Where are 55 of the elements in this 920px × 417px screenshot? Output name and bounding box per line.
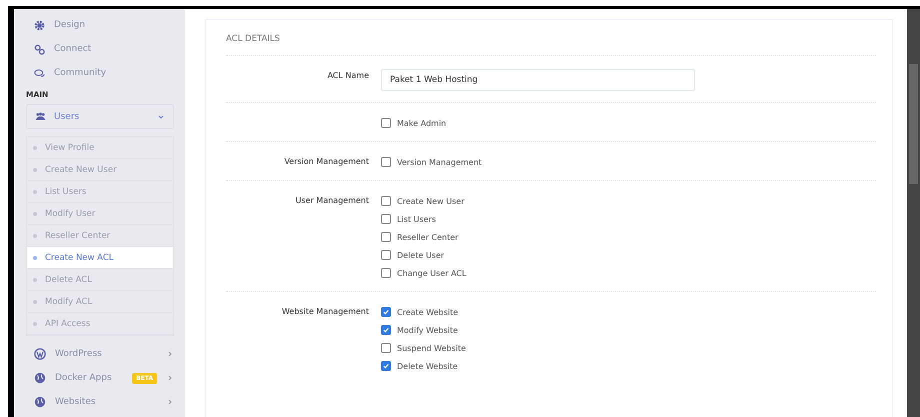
checkbox[interactable] — [381, 196, 391, 206]
checkbox[interactable] — [381, 325, 391, 335]
nav-item[interactable]: Community — [26, 61, 174, 85]
checkbox[interactable] — [381, 214, 391, 224]
field-label: Website Management — [282, 306, 369, 318]
scrollbar[interactable] — [907, 9, 920, 417]
checkbox-label: Modify Website — [397, 326, 458, 334]
chat-icon — [34, 68, 45, 78]
nav-item[interactable]: Websites — [26, 390, 174, 414]
checkbox[interactable] — [381, 232, 391, 242]
checkbox[interactable] — [381, 361, 391, 371]
checkbox-label: Delete Website — [397, 362, 458, 370]
scrollbar-thumb[interactable] — [909, 64, 918, 184]
field-label: User Management — [296, 195, 369, 207]
checkbox[interactable] — [381, 307, 391, 317]
checkbox[interactable] — [381, 250, 391, 260]
checkbox-label: List Users — [397, 214, 436, 224]
checkbox[interactable] — [381, 157, 391, 167]
submenu-item[interactable]: Create New User — [27, 159, 173, 181]
submenu-item[interactable]: API Access — [27, 313, 173, 335]
checkbox-label: Make Admin — [397, 118, 446, 128]
submenu-item[interactable]: Create New ACL — [27, 247, 173, 269]
checkbox-label: Create Website — [397, 308, 458, 316]
checkbox-label: Change User ACL — [397, 268, 466, 278]
submenu-item[interactable]: Modify User — [27, 203, 173, 225]
chevron-right-icon — [166, 350, 174, 358]
circle-logo-icon — [34, 348, 46, 360]
acl-name-field[interactable]: Paket 1 Web Hosting — [381, 69, 695, 91]
submenu-item[interactable]: List Users — [27, 181, 173, 203]
checkbox-label: Suspend Website — [397, 344, 466, 352]
submenu-item[interactable]: Delete ACL — [27, 269, 173, 291]
nav-item[interactable]: WordPress — [26, 342, 174, 366]
checkbox[interactable] — [381, 343, 391, 353]
chevron-down-icon — [157, 112, 165, 120]
users-menu[interactable]: Users — [26, 104, 174, 129]
checkbox-label: Delete User — [397, 250, 444, 260]
checkbox[interactable] — [381, 268, 391, 278]
gear-icon — [34, 20, 45, 30]
link-icon — [34, 44, 45, 54]
checkbox[interactable] — [381, 118, 391, 128]
field-label: ACL Name — [327, 70, 369, 82]
chevron-right-icon — [166, 398, 174, 406]
nav-item[interactable]: Connect — [26, 37, 174, 61]
chevron-right-icon — [166, 374, 174, 382]
users-icon — [35, 111, 46, 122]
checkbox-label: Version Management — [397, 158, 482, 166]
checkbox-label: Reseller Center — [397, 232, 458, 242]
checkbox-label: Create New User — [397, 196, 464, 206]
nav-item[interactable]: Design — [26, 13, 174, 37]
globe-icon — [34, 372, 46, 384]
submenu-item[interactable]: Modify ACL — [27, 291, 173, 313]
card-title: ACL DETAILS — [226, 20, 876, 56]
submenu-item[interactable]: View Profile — [27, 137, 173, 159]
globe-icon — [34, 396, 46, 408]
field-label: Version Management — [284, 156, 369, 168]
